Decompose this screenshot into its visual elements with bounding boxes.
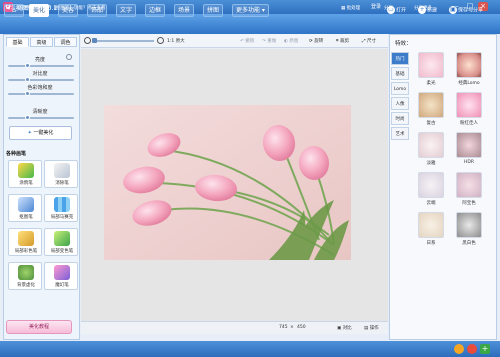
one-click-beautify-button[interactable]: ✦ 一键美化 — [9, 126, 72, 140]
mosaic-icon — [54, 197, 70, 212]
original-button[interactable]: ◐ 原图 — [284, 38, 298, 44]
effect-pink-lady[interactable] — [456, 92, 482, 118]
zoom-slider[interactable] — [94, 40, 154, 42]
effect-label: 柔光 — [426, 81, 436, 86]
effect-hdr[interactable] — [456, 132, 482, 158]
dimension-separator: × — [290, 325, 294, 330]
brightness-slider[interactable] — [8, 65, 74, 67]
login-link[interactable]: 登录 — [371, 3, 381, 10]
doodle-pen-tool[interactable]: 涂鸦笔 — [8, 160, 42, 188]
saturation-label: 色彩饱和度 — [27, 85, 53, 91]
share-more-button[interactable]: 分享更多 — [414, 5, 432, 11]
reset-icon[interactable] — [66, 54, 72, 60]
save-share-button[interactable]: ▣ 保存与分享 — [449, 6, 483, 14]
image-height: 450 — [297, 325, 306, 330]
weibo-icon[interactable] — [467, 344, 477, 354]
eraser-icon — [54, 163, 70, 178]
filter-tab-portrait[interactable]: 人像 — [391, 97, 409, 110]
save-icon: ▣ — [449, 6, 457, 14]
zoom-in-icon[interactable] — [157, 37, 164, 44]
magic-pen-icon — [54, 265, 70, 280]
image-width: 745 — [279, 325, 288, 330]
filter-tab-art[interactable]: 艺术 — [391, 127, 409, 140]
eraser-pen-tool[interactable]: 消除笔 — [44, 160, 78, 188]
background-blur-tool[interactable]: 背景虚化 — [8, 262, 42, 290]
contrast-label: 对比度 — [32, 71, 48, 77]
tab-scene[interactable]: 场景 — [174, 4, 195, 17]
effect-cloud[interactable] — [418, 172, 444, 198]
crop-button[interactable]: ⌗ 裁剪 — [336, 38, 349, 44]
effect-label: 云端 — [426, 201, 436, 206]
saturation-slider[interactable] — [8, 93, 74, 95]
filter-tab-basic[interactable]: 基础 — [391, 67, 409, 80]
effect-vintage[interactable] — [418, 92, 444, 118]
tip-link[interactable]: ◀ 怎么使用美图秀秀的【抠图笔】功能？点击查看 — [6, 5, 105, 11]
ops-button[interactable]: ▤ 操作 — [364, 325, 379, 331]
subtab-advanced[interactable]: 高级 — [30, 37, 53, 47]
zoom-thumb[interactable] — [92, 38, 97, 43]
effects-title: 特效： — [395, 41, 412, 47]
tab-more[interactable]: 更多功能 ▾ — [232, 4, 269, 17]
subtab-color[interactable]: 调色 — [54, 37, 77, 47]
effect-abao[interactable] — [456, 172, 482, 198]
saturation-thumb[interactable] — [24, 91, 30, 96]
share-button[interactable]: 分享 — [384, 5, 393, 11]
filter-tab-fashion[interactable]: 时尚 — [391, 112, 409, 125]
color-brush-icon — [18, 231, 34, 246]
effect-black-white[interactable] — [456, 212, 482, 238]
sharpness-label: 清晰度 — [32, 109, 48, 115]
sharpness-thumb[interactable] — [24, 115, 30, 120]
effect-japanese[interactable] — [418, 212, 444, 238]
effect-label: HDR — [464, 160, 474, 165]
filter-tab-popular[interactable]: 热门 — [391, 52, 409, 65]
main-nav — [0, 14, 500, 34]
effect-label: 复古 — [426, 121, 436, 126]
contrast-thumb[interactable] — [24, 77, 30, 82]
undo-button[interactable]: ↶ 撤销 — [240, 38, 254, 44]
tab-text[interactable]: 文字 — [116, 4, 137, 17]
effect-classic-lomo[interactable] — [456, 52, 482, 78]
add-icon[interactable]: + — [480, 344, 490, 354]
batch-button[interactable]: ▦ 批处理 — [341, 5, 360, 11]
effect-label: 经典Lomo — [458, 81, 480, 86]
effect-soft-light[interactable] — [418, 52, 444, 78]
actual-size-button[interactable]: 1:1 原大 — [167, 38, 185, 44]
filter-tab-lomo[interactable]: Lomo — [391, 82, 409, 95]
brightness-label: 亮度 — [34, 57, 45, 63]
doodle-pen-icon — [18, 163, 34, 178]
local-recolor-pen-tool[interactable]: 局部变色笔 — [44, 228, 78, 256]
beautify-tutorial-button[interactable]: 美化教程 — [6, 320, 72, 334]
sharpness-slider[interactable] — [8, 117, 74, 119]
cutout-icon — [18, 197, 34, 212]
recolor-brush-icon — [54, 231, 70, 246]
effect-elegant[interactable] — [418, 132, 444, 158]
zoom-out-icon[interactable] — [84, 37, 91, 44]
effect-label: 阿宝色 — [462, 201, 476, 206]
rotate-button[interactable]: ⟳ 旋转 — [309, 38, 323, 44]
brightness-thumb[interactable] — [24, 63, 30, 68]
user-avatar-icon[interactable] — [454, 344, 464, 354]
subtab-basic[interactable]: 基础 — [6, 37, 29, 47]
local-color-pen-tool[interactable]: 局部彩色笔 — [8, 228, 42, 256]
redo-button[interactable]: ↷ 重做 — [262, 38, 276, 44]
compare-button[interactable]: ▣ 对比 — [337, 325, 352, 331]
blur-icon — [18, 265, 34, 280]
effect-label: 日系 — [426, 241, 436, 246]
photo-image — [104, 105, 351, 260]
effect-label: 淡雅 — [426, 161, 436, 166]
tab-frame[interactable]: 边框 — [145, 4, 166, 17]
bottom-status-bar — [0, 341, 500, 357]
brush-section-title: 各种画笔 — [6, 151, 27, 157]
tab-collage[interactable]: 拼图 — [203, 4, 224, 17]
cutout-pen-tool[interactable]: 抠图笔 — [8, 194, 42, 222]
magic-pen-tool[interactable]: 魔幻笔 — [44, 262, 78, 290]
contrast-slider[interactable] — [8, 79, 74, 81]
effect-label: 黑白色 — [462, 241, 476, 246]
mosaic-tool[interactable]: 局部马赛克 — [44, 194, 78, 222]
effect-label: 粉红佳人 — [460, 121, 478, 126]
size-button[interactable]: ⤢ 尺寸 — [362, 38, 376, 44]
